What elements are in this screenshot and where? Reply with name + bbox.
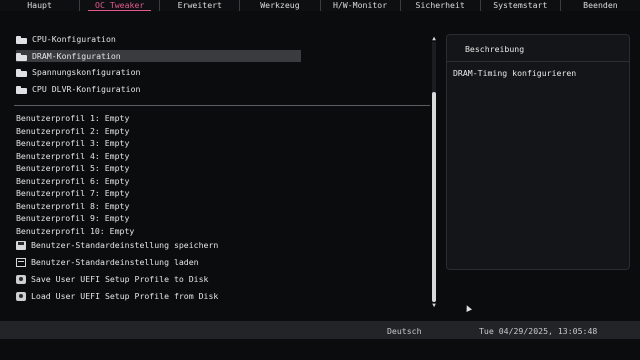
description-text: DRAM-Timing konfigurieren (453, 68, 577, 78)
disk-save-icon (16, 274, 26, 284)
folder-icon (16, 68, 27, 77)
menu-item-label: DRAM-Konfiguration (32, 51, 121, 61)
action-label: Benutzer-Standardeinstellung speichern (31, 240, 219, 250)
disk-load-icon (16, 291, 26, 301)
profile-item-10[interactable]: Benutzerprofil 10: Empty (16, 225, 134, 237)
profile-item-1[interactable]: Benutzerprofil 1: Empty (16, 112, 129, 124)
tab-haupt[interactable]: Haupt (0, 0, 81, 11)
scrollbar-thumb[interactable] (432, 92, 436, 302)
profile-item-5[interactable]: Benutzerprofil 5: Empty (16, 162, 129, 174)
language-selector[interactable]: Deutsch (387, 326, 422, 336)
folder-icon (16, 85, 27, 94)
profile-item-9[interactable]: Benutzerprofil 9: Empty (16, 212, 129, 224)
description-title: Beschreibung (465, 44, 525, 54)
profile-item-4[interactable]: Benutzerprofil 4: Empty (16, 150, 129, 162)
menu-item-label: Spannungskonfiguration (32, 67, 141, 77)
save-user-defaults-item[interactable]: Benutzer-Standardeinstellung speichern (16, 238, 218, 252)
profile-item-3[interactable]: Benutzerprofil 3: Empty (16, 137, 129, 149)
profile-item-8[interactable]: Benutzerprofil 8: Empty (16, 200, 129, 212)
scroll-down-arrow-icon[interactable]: ▼ (430, 303, 438, 309)
menu-item-cpu-dlvr-konfiguration[interactable]: CPU DLVR-Konfiguration (16, 83, 301, 95)
top-tab-bar: Haupt OC Tweaker Erweitert Werkzeug H/W-… (0, 0, 640, 11)
action-label: Save User UEFI Setup Profile to Disk (31, 274, 209, 284)
action-label: Load User UEFI Setup Profile from Disk (31, 291, 219, 301)
menu-item-label: CPU-Konfiguration (32, 34, 116, 44)
mouse-cursor-icon (464, 304, 472, 312)
profile-item-7[interactable]: Benutzerprofil 7: Empty (16, 187, 129, 199)
folder-icon (16, 35, 27, 44)
date-time: Tue 04/29/2025, 13:05:48 (479, 326, 598, 336)
tab-werkzeug[interactable]: Werkzeug (240, 0, 321, 11)
tab-erweitert[interactable]: Erweitert (160, 0, 241, 11)
status-bar: Deutsch Tue 04/29/2025, 13:05:48 (0, 321, 640, 339)
menu-item-spannungskonfiguration[interactable]: Spannungskonfiguration (16, 66, 301, 78)
tab-systemstart[interactable]: Systemstart (481, 0, 561, 11)
load-profile-from-disk-item[interactable]: Load User UEFI Setup Profile from Disk (16, 289, 218, 303)
menu-item-cpu-konfiguration[interactable]: CPU-Konfiguration (16, 33, 301, 45)
menu-item-label: CPU DLVR-Konfiguration (32, 84, 141, 94)
load-icon (16, 257, 26, 267)
action-label: Benutzer-Standardeinstellung laden (31, 257, 199, 267)
tab-hw-monitor[interactable]: H/W-Monitor (321, 0, 401, 11)
tab-beenden[interactable]: Beenden (561, 0, 640, 11)
folder-icon (16, 52, 27, 61)
tab-oc-tweaker[interactable]: OC Tweaker (80, 0, 161, 11)
profile-item-6[interactable]: Benutzerprofil 6: Empty (16, 175, 129, 187)
profile-item-2[interactable]: Benutzerprofil 2: Empty (16, 125, 129, 137)
save-profile-to-disk-item[interactable]: Save User UEFI Setup Profile to Disk (16, 272, 208, 286)
save-icon (16, 240, 26, 250)
load-user-defaults-item[interactable]: Benutzer-Standardeinstellung laden (16, 255, 199, 269)
description-separator (447, 61, 629, 62)
menu-item-dram-konfiguration[interactable]: DRAM-Konfiguration (16, 50, 301, 62)
description-panel: Beschreibung DRAM-Timing konfigurieren (446, 34, 630, 270)
tab-sicherheit[interactable]: Sicherheit (401, 0, 481, 11)
section-divider (14, 105, 430, 106)
